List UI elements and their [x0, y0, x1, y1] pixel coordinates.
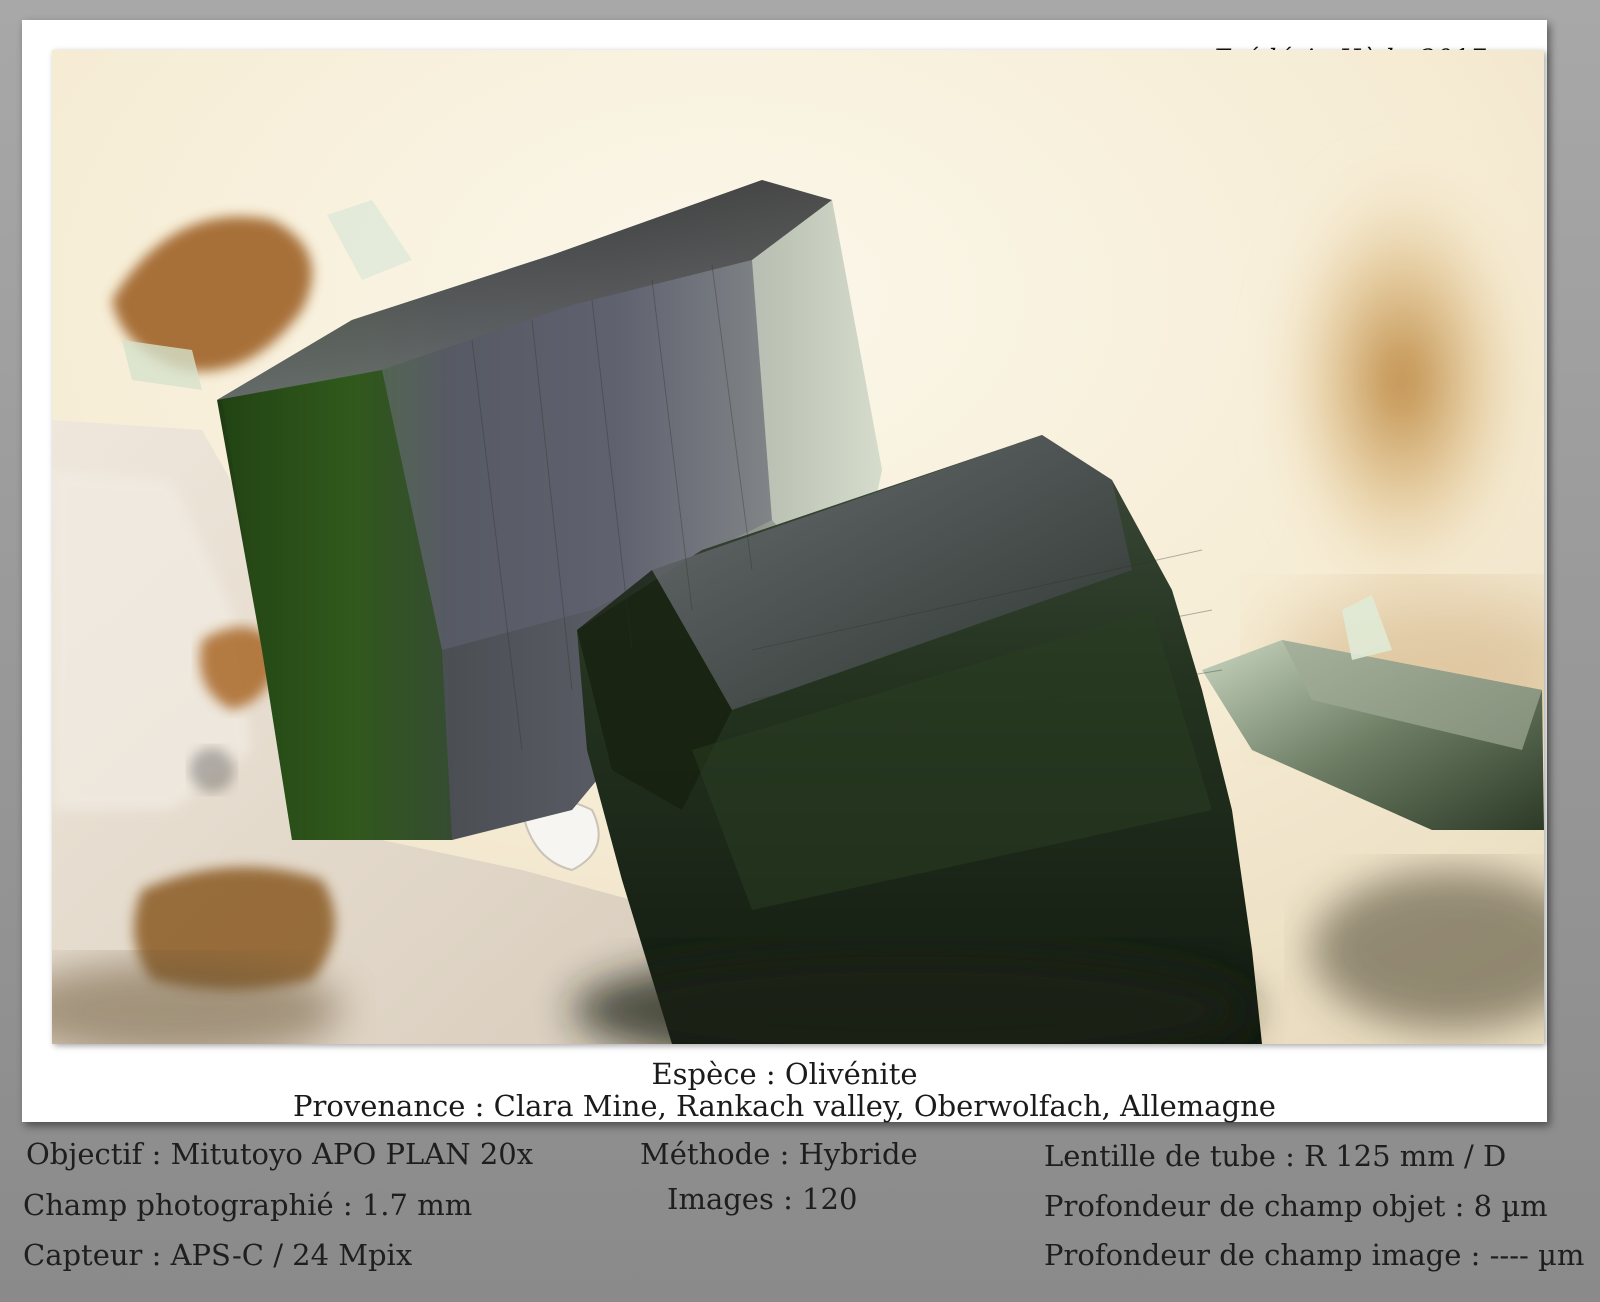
provenance-caption: Provenance : Clara Mine, Rankach valley,… [293, 1089, 1276, 1123]
objective-spec: Objectif : Mitutoyo APO PLAN 20x [26, 1137, 534, 1171]
field-spec: Champ photographié : 1.7 mm [23, 1188, 473, 1222]
mineral-photograph [52, 50, 1544, 1044]
tube-lens-spec: Lentille de tube : R 125 mm / D [1044, 1139, 1507, 1173]
object-depth-spec: Profondeur de champ objet : 8 µm [1044, 1189, 1548, 1223]
method-spec: Méthode : Hybride [640, 1137, 918, 1171]
image-depth-spec: Profondeur de champ image : ---- µm [1044, 1238, 1585, 1272]
olivenite-crystal-image [52, 50, 1544, 1044]
species-caption: Espèce : Olivénite [651, 1057, 918, 1091]
images-count-spec: Images : 120 [667, 1182, 858, 1216]
sensor-spec: Capteur : APS-C / 24 Mpix [23, 1238, 413, 1272]
